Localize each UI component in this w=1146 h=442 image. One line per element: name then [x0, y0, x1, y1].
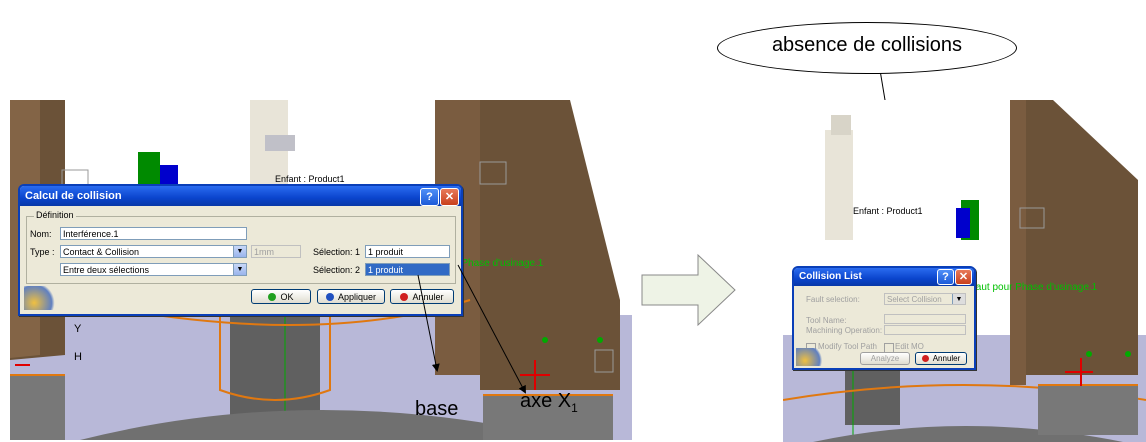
right-phase-label: faut pour Phase d'usinage.1	[973, 282, 1098, 293]
callout-text: absence de collisions	[771, 34, 963, 56]
collision-list-cancel-label: Annuler	[932, 354, 961, 363]
fault-selection-select: Select Collision ▼	[884, 293, 966, 305]
fault-selection-value: Select Collision	[887, 295, 942, 304]
tool-name-field	[884, 314, 966, 324]
transition-arrow-icon	[641, 253, 736, 327]
analyze-button: Analyze	[860, 352, 910, 365]
modify-tool-path-label: Modify Tool Path	[818, 342, 877, 351]
edit-mo-label: Edit MO	[895, 342, 924, 351]
cancel-icon	[921, 355, 929, 362]
close-icon[interactable]: ✕	[955, 269, 972, 285]
help-icon[interactable]: ?	[937, 269, 954, 285]
fault-selection-label: Fault selection:	[806, 295, 860, 304]
tool-name-label: Tool Name:	[806, 316, 847, 325]
collision-list-cancel-button[interactable]: Annuler	[915, 352, 967, 365]
collision-list-titlebar[interactable]: Collision List ? ✕	[794, 268, 974, 286]
collision-list-title: Collision List	[799, 271, 862, 282]
axe-annotation: axe X1	[520, 390, 578, 415]
machining-operation-field	[884, 325, 966, 335]
axe-annotation-text: axe X	[520, 390, 572, 412]
analyze-label: Analyze	[870, 354, 900, 363]
collision-list-dialog: Collision List ? ✕ Fault selection: Sele…	[792, 266, 976, 370]
chevron-down-icon: ▼	[952, 294, 965, 304]
machining-operation-label: Machining Operation:	[806, 326, 883, 335]
right-child-label: Enfant : Product1	[853, 206, 923, 216]
base-annotation: base	[415, 398, 459, 420]
catia-logo-icon	[796, 348, 826, 366]
axe-annotation-sub: 1	[571, 401, 578, 415]
